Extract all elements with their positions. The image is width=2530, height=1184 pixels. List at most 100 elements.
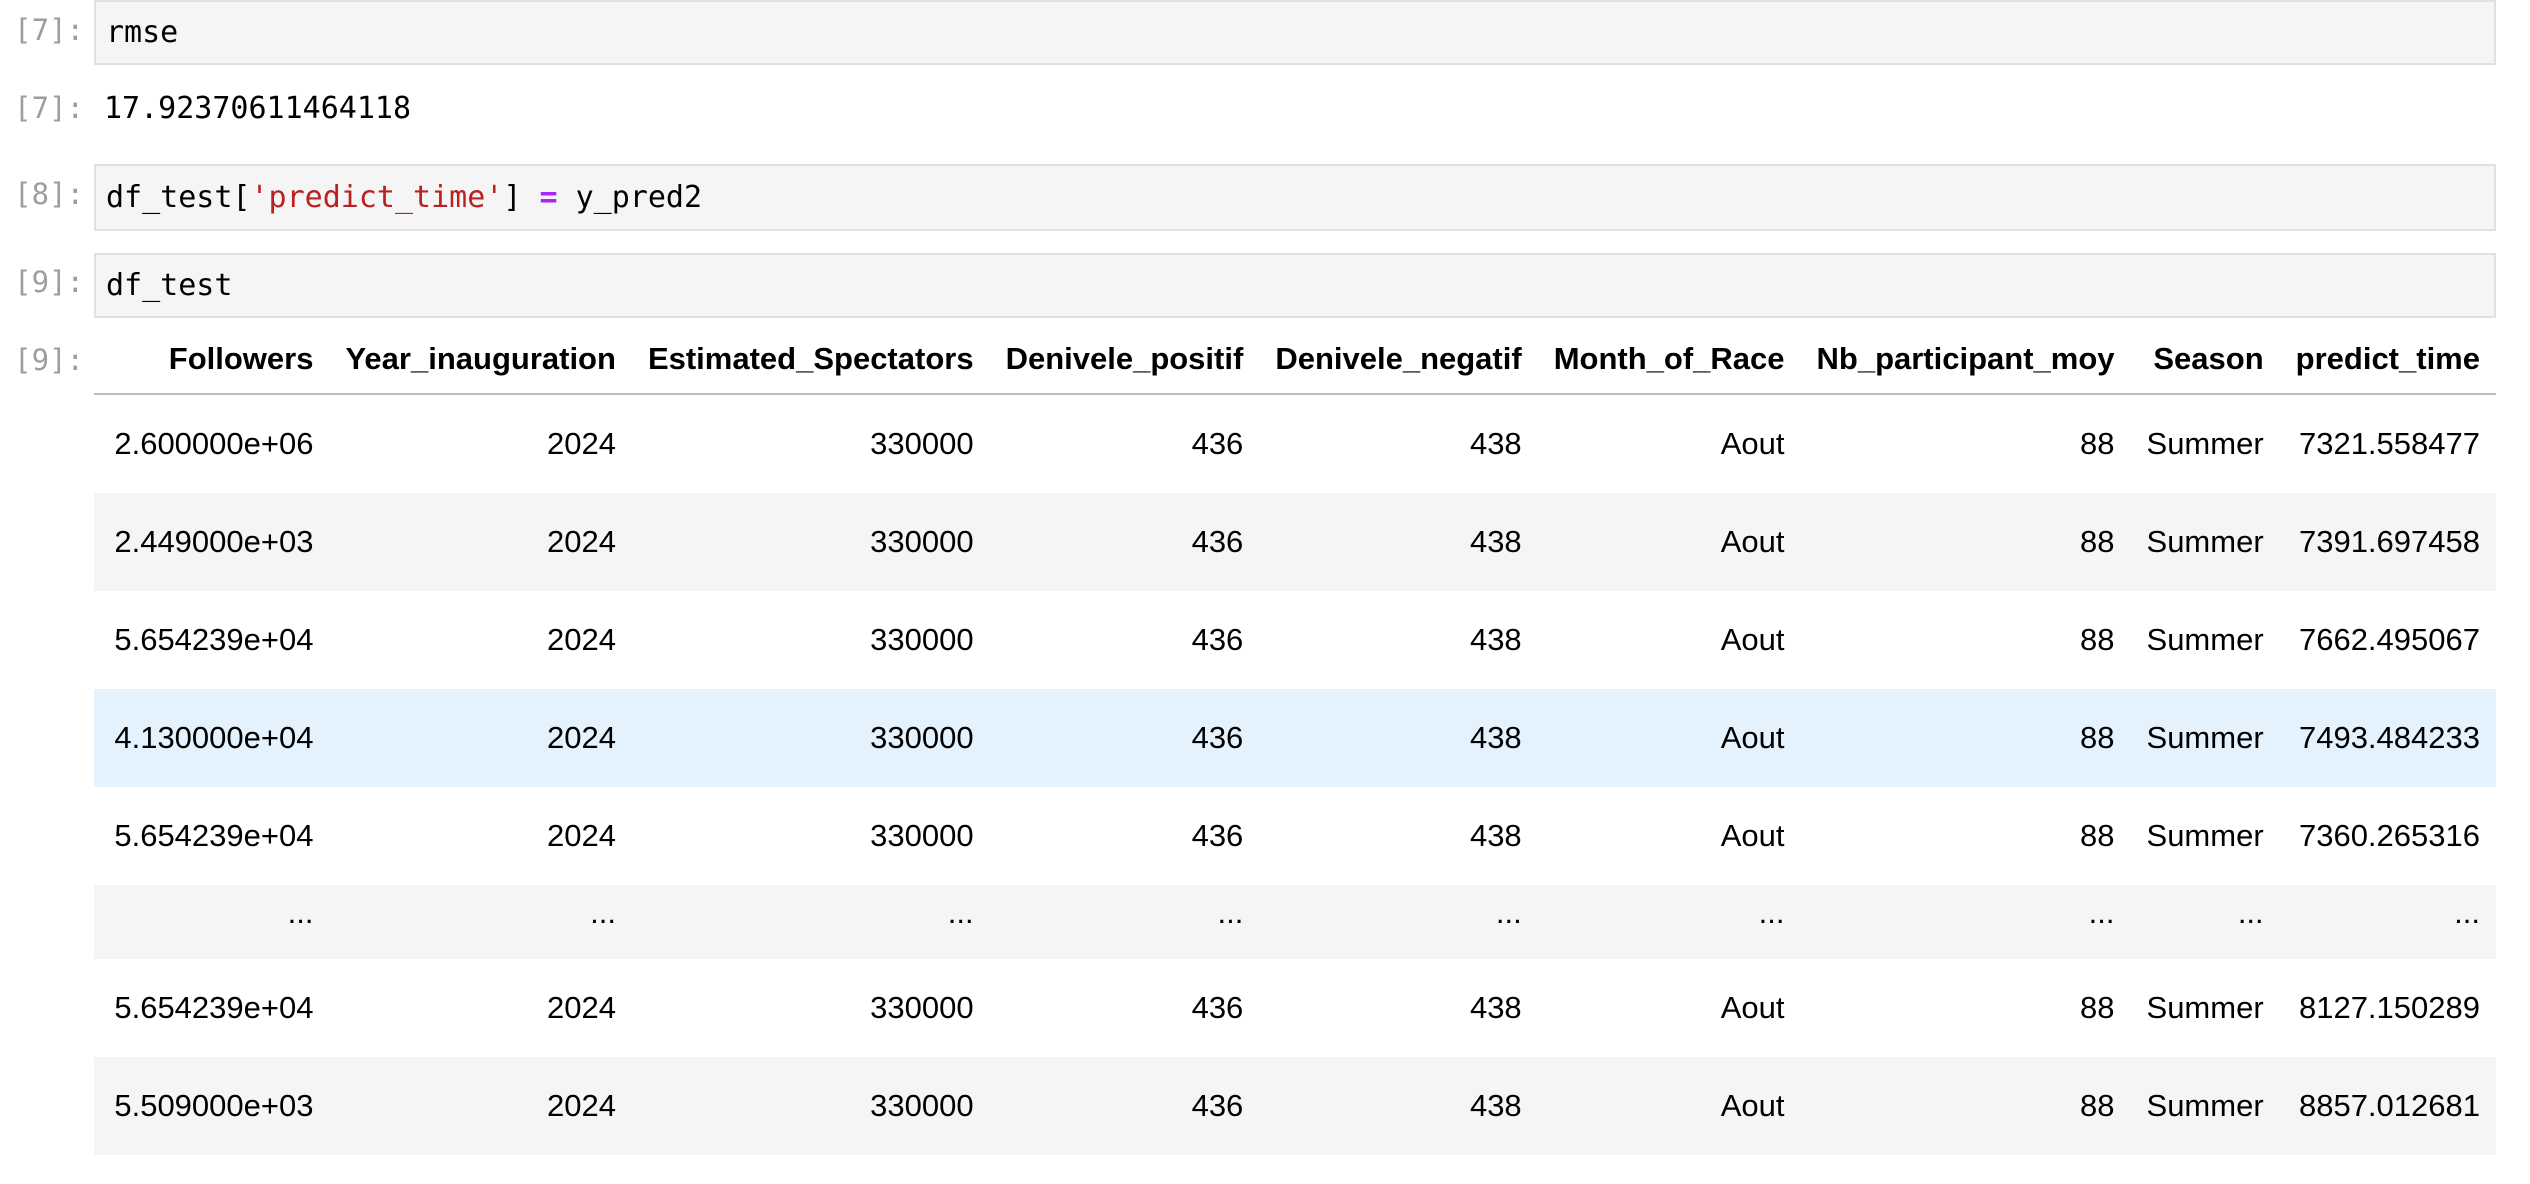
table-cell: 8857.012681: [2279, 1057, 2496, 1155]
table-cell: Summer: [2130, 959, 2280, 1057]
table-cell: ...: [631, 885, 990, 959]
table-row: 2.449000e+03 2024 330000 436 438 Aout 88 Summer…: [94, 493, 2496, 591]
table-cell: 2.449000e+03: [94, 493, 330, 591]
column-header: Estimated_Spectators: [631, 325, 990, 395]
table-cell: ...: [329, 885, 632, 959]
column-header: Month_of_Race: [1537, 325, 1801, 395]
table-row: 5.509000e+03 2024 330000 436 438 Aout 88 Summer…: [94, 1057, 2496, 1155]
cell-8-code-editor[interactable]: df_test['predict_time'] = y_pred2: [94, 164, 2496, 231]
table-cell: 2024: [329, 493, 632, 591]
cell-9-input-prompt: [9]:: [14, 265, 84, 299]
table-cell: Summer: [2130, 493, 2280, 591]
table-cell: Aout: [1537, 493, 1801, 591]
table-cell: Aout: [1537, 394, 1801, 493]
cell-8-code-operator: =: [539, 180, 558, 215]
table-cell: 436: [989, 394, 1260, 493]
table-cell: 2024: [329, 1057, 632, 1155]
table-cell: ...: [1537, 885, 1801, 959]
table-cell: 5.654239e+04: [94, 591, 330, 689]
table-cell: ...: [2279, 885, 2496, 959]
table-cell: ...: [1259, 885, 1538, 959]
dataframe-header-row: Followers Year_inauguration Estimated_Spec…: [94, 325, 2496, 395]
table-cell: 330000: [631, 591, 990, 689]
table-cell: 7321.558477: [2279, 394, 2496, 493]
table-cell: Summer: [2130, 394, 2280, 493]
table-cell: 330000: [631, 493, 990, 591]
cell-8-code-b: ]: [503, 180, 540, 215]
table-cell: ...: [94, 885, 330, 959]
cell-7-code-editor[interactable]: rmse: [94, 0, 2496, 65]
table-cell: 2024: [329, 689, 632, 787]
table-cell: Summer: [2130, 1057, 2280, 1155]
table-cell: 88: [1800, 689, 2131, 787]
table-row-ellipsis: ...........................: [94, 885, 2496, 959]
table-cell: 330000: [631, 959, 990, 1057]
dataframe-output[interactable]: Followers Year_inauguration Estimated_Spec…: [94, 325, 2496, 1155]
table-cell: 5.509000e+03: [94, 1057, 330, 1155]
table-cell: 438: [1259, 787, 1538, 885]
table-cell: Summer: [2130, 689, 2280, 787]
table-cell: 2024: [329, 591, 632, 689]
table-cell: Aout: [1537, 959, 1801, 1057]
cell-9-code: df_test: [106, 268, 233, 303]
table-cell: ...: [989, 885, 1260, 959]
table-cell: 330000: [631, 394, 990, 493]
table-cell: 88: [1800, 493, 2131, 591]
dataframe-body: 2.600000e+06 2024 330000 436 438 Aout 88 Summer…: [94, 394, 2496, 1155]
table-cell: 2024: [329, 959, 632, 1057]
table-cell: 436: [989, 1057, 1260, 1155]
cell-7-output-value: 17.92370611464118: [104, 91, 412, 126]
cell-9-code-editor[interactable]: df_test: [94, 253, 2496, 318]
table-cell: 436: [989, 591, 1260, 689]
cell-7-input-prompt: [7]:: [14, 13, 84, 47]
table-row: 4.130000e+04 2024 330000 436 438 Aout 88 Summer…: [94, 689, 2496, 787]
table-cell: 438: [1259, 959, 1538, 1057]
table-cell: 330000: [631, 689, 990, 787]
table-cell: Aout: [1537, 689, 1801, 787]
table-cell: Summer: [2130, 787, 2280, 885]
table-cell: 436: [989, 493, 1260, 591]
table-row: 5.654239e+04 2024 330000 436 438 Aout 88 Summer…: [94, 959, 2496, 1057]
table-cell: 4.130000e+04: [94, 689, 330, 787]
cell-8-code-a: df_test[: [106, 180, 251, 215]
column-header: Denivele_positif: [989, 325, 1260, 395]
column-header: predict_time: [2279, 325, 2496, 395]
table-cell: 2024: [329, 787, 632, 885]
table-row: 2.600000e+06 2024 330000 436 438 Aout 88 Summer…: [94, 394, 2496, 493]
dataframe-table: Followers Year_inauguration Estimated_Spec…: [94, 325, 2496, 1155]
column-header: Nb_participant_moy: [1800, 325, 2131, 395]
cell-8-code-string: 'predict_time': [250, 180, 504, 215]
table-cell: Aout: [1537, 591, 1801, 689]
table-cell: 5.654239e+04: [94, 787, 330, 885]
table-cell: 2.600000e+06: [94, 394, 330, 493]
column-header: Year_inauguration: [329, 325, 632, 395]
table-cell: 2024: [329, 394, 632, 493]
table-cell: 88: [1800, 591, 2131, 689]
column-header: Followers: [94, 325, 330, 395]
table-cell: 438: [1259, 394, 1538, 493]
table-cell: 438: [1259, 689, 1538, 787]
table-cell: 7493.484233: [2279, 689, 2496, 787]
cell-8-input-prompt: [8]:: [14, 177, 84, 211]
table-cell: 7391.697458: [2279, 493, 2496, 591]
table-cell: 8127.150289: [2279, 959, 2496, 1057]
cell-8-code-c: y_pred2: [557, 180, 703, 215]
table-cell: 5.654239e+04: [94, 959, 330, 1057]
table-cell: 330000: [631, 1057, 990, 1155]
table-cell: 7360.265316: [2279, 787, 2496, 885]
column-header: Denivele_negatif: [1259, 325, 1538, 395]
table-cell: ...: [2130, 885, 2280, 959]
column-header: Season: [2130, 325, 2280, 395]
table-row: 5.654239e+04 2024 330000 436 438 Aout 88 Summer…: [94, 591, 2496, 689]
table-cell: 436: [989, 959, 1260, 1057]
cell-7-code: rmse: [106, 15, 179, 50]
table-cell: 88: [1800, 959, 2131, 1057]
table-cell: 438: [1259, 591, 1538, 689]
table-cell: 436: [989, 689, 1260, 787]
table-cell: 438: [1259, 493, 1538, 591]
table-cell: 88: [1800, 394, 2131, 493]
table-cell: Aout: [1537, 787, 1801, 885]
table-cell: 88: [1800, 1057, 2131, 1155]
table-cell: 438: [1259, 1057, 1538, 1155]
table-cell: Aout: [1537, 1057, 1801, 1155]
